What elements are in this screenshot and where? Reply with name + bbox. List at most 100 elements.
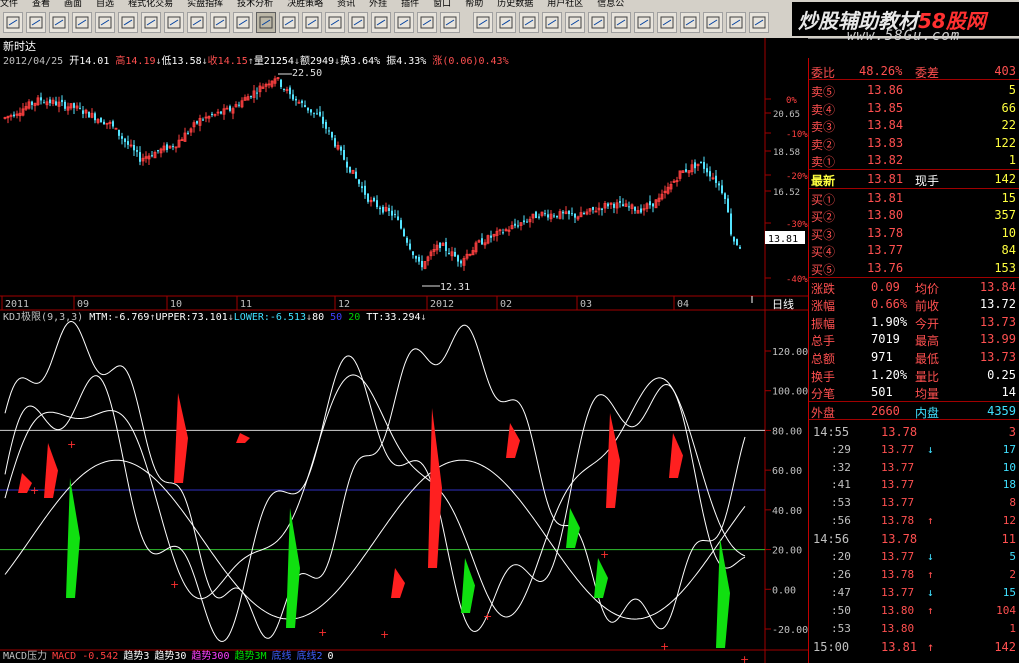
grid-icon[interactable]	[72, 12, 92, 33]
sort-icon[interactable]	[611, 12, 631, 33]
menu-item[interactable]: 资讯	[337, 0, 355, 9]
cube-icon[interactable]	[657, 12, 677, 33]
list-icon[interactable]	[95, 12, 115, 33]
label: 均量	[915, 387, 940, 402]
menu-item[interactable]: 用户社区	[547, 0, 583, 9]
text-icon[interactable]	[496, 12, 516, 33]
buy-spike	[391, 568, 405, 598]
print-icon[interactable]	[542, 12, 562, 33]
day-icon[interactable]	[256, 12, 276, 33]
more-icon[interactable]	[749, 12, 769, 33]
menu-item[interactable]: 窗口	[433, 0, 451, 9]
signal-marker: +	[660, 640, 669, 653]
indicator-tab[interactable]: MACD -0.542	[52, 651, 118, 662]
menu-item[interactable]: 外挂	[369, 0, 387, 9]
volume: 84	[1001, 243, 1016, 258]
menu-item[interactable]: 帮助	[465, 0, 483, 9]
chart-icon[interactable]	[49, 12, 69, 33]
indicator-tabs[interactable]: MACD压力 MACD -0.542 趋势3 趋势30 趋势300 趋势3M 底线 底线2 0	[3, 651, 339, 662]
tick-volume: 17	[1002, 442, 1016, 456]
menu-item[interactable]: 技术分析	[237, 0, 273, 9]
menu-item[interactable]: 文件	[0, 0, 18, 9]
menu-item[interactable]: 决胜策略	[287, 0, 323, 9]
tick-time: 15:00	[813, 639, 850, 654]
minute-icon[interactable]	[233, 12, 253, 33]
layout-icon[interactable]	[371, 12, 391, 33]
indicator-tab[interactable]: 趋势300	[191, 651, 229, 662]
kline-icon[interactable]	[210, 12, 230, 33]
candle-body	[79, 107, 81, 109]
label: 内盘	[915, 405, 940, 420]
scale-label: 18.58	[773, 148, 800, 158]
line-icon[interactable]	[473, 12, 493, 33]
indicator-tab[interactable]: 底线	[272, 651, 292, 662]
indicator-header: KDJ极限(9,3,3) MTM:-6.769↑UPPER:73.101↓LOW…	[3, 312, 427, 323]
tick-price: 13.77	[881, 442, 915, 456]
menu-item[interactable]: 查看	[32, 0, 50, 9]
menu-item[interactable]: 历史数据	[497, 0, 533, 9]
indicator-tab[interactable]: 趋势3M	[234, 651, 266, 662]
candle-body	[412, 251, 414, 256]
indicator-tab[interactable]: 底线2	[297, 651, 323, 662]
month-icon[interactable]	[302, 12, 322, 33]
sell-spike	[461, 558, 475, 613]
calendar-icon[interactable]	[164, 12, 184, 33]
candle-body	[94, 113, 96, 121]
scale-label: -40%	[786, 275, 808, 285]
pointer-icon[interactable]	[141, 12, 161, 33]
price: 13.82	[867, 153, 904, 168]
indicator-icon[interactable]	[325, 12, 345, 33]
candle-body	[694, 162, 696, 169]
compare-icon[interactable]	[348, 12, 368, 33]
label: 卖②	[811, 137, 836, 152]
draw-icon[interactable]	[440, 12, 460, 33]
candle-body	[457, 255, 459, 262]
label: 买①	[811, 192, 836, 207]
tick-time: :26	[831, 567, 851, 581]
sell-level-row: 卖⑤ 13.86 5	[809, 81, 1019, 99]
candle-body	[118, 129, 120, 136]
tick-price: 13.81	[881, 639, 918, 654]
week-icon[interactable]	[279, 12, 299, 33]
indicator-tab[interactable]: 趋势3	[123, 651, 149, 662]
indicator-tab[interactable]: 0	[328, 651, 334, 662]
volume: 1	[1008, 153, 1016, 168]
stat-row: 总手 7019 最高 13.99	[809, 330, 1019, 348]
menu-item[interactable]: 实盘指挥	[187, 0, 223, 9]
tick-row: :56 13.78 ↑ 12	[809, 512, 1019, 530]
f10-icon[interactable]	[417, 12, 437, 33]
sell-spike	[716, 538, 730, 648]
indicator-scale-label: 60.00	[772, 466, 802, 477]
candle-body	[403, 229, 405, 237]
candle-body	[445, 241, 447, 251]
menu-item[interactable]: 程式化交易	[128, 0, 173, 9]
month-label: 09	[77, 299, 89, 310]
signal-marker: +	[483, 610, 492, 623]
candle-body	[367, 193, 369, 202]
link-icon[interactable]	[726, 12, 746, 33]
alert-icon[interactable]	[565, 12, 585, 33]
back-icon[interactable]	[3, 12, 23, 33]
menu-item[interactable]: 插件	[401, 0, 419, 9]
price: 13.81	[867, 172, 904, 186]
help-icon[interactable]	[703, 12, 723, 33]
price: 13.85	[867, 100, 904, 115]
scale-label: -10%	[786, 130, 808, 140]
indicator-tab[interactable]: MACD压力	[3, 651, 47, 662]
chart-area[interactable]: 新时达 2012/04/25 开14.01 高14.19↓低13.58↓收14.…	[0, 38, 808, 663]
ticks-icon[interactable]	[394, 12, 414, 33]
menu-item[interactable]: 自选	[96, 0, 114, 9]
value: 4359	[987, 403, 1016, 418]
zoom-icon[interactable]	[118, 12, 138, 33]
menu-item[interactable]: 画面	[64, 0, 82, 9]
window-icon[interactable]	[187, 12, 207, 33]
settings-icon[interactable]	[680, 12, 700, 33]
filter-icon[interactable]	[588, 12, 608, 33]
save-icon[interactable]	[519, 12, 539, 33]
candle-body	[739, 246, 741, 249]
menu-item[interactable]: 信息公	[597, 0, 624, 9]
indicator-tab[interactable]: 趋势30	[154, 651, 186, 662]
candle-body	[88, 111, 90, 118]
news-icon[interactable]	[634, 12, 654, 33]
refresh-icon[interactable]	[26, 12, 46, 33]
